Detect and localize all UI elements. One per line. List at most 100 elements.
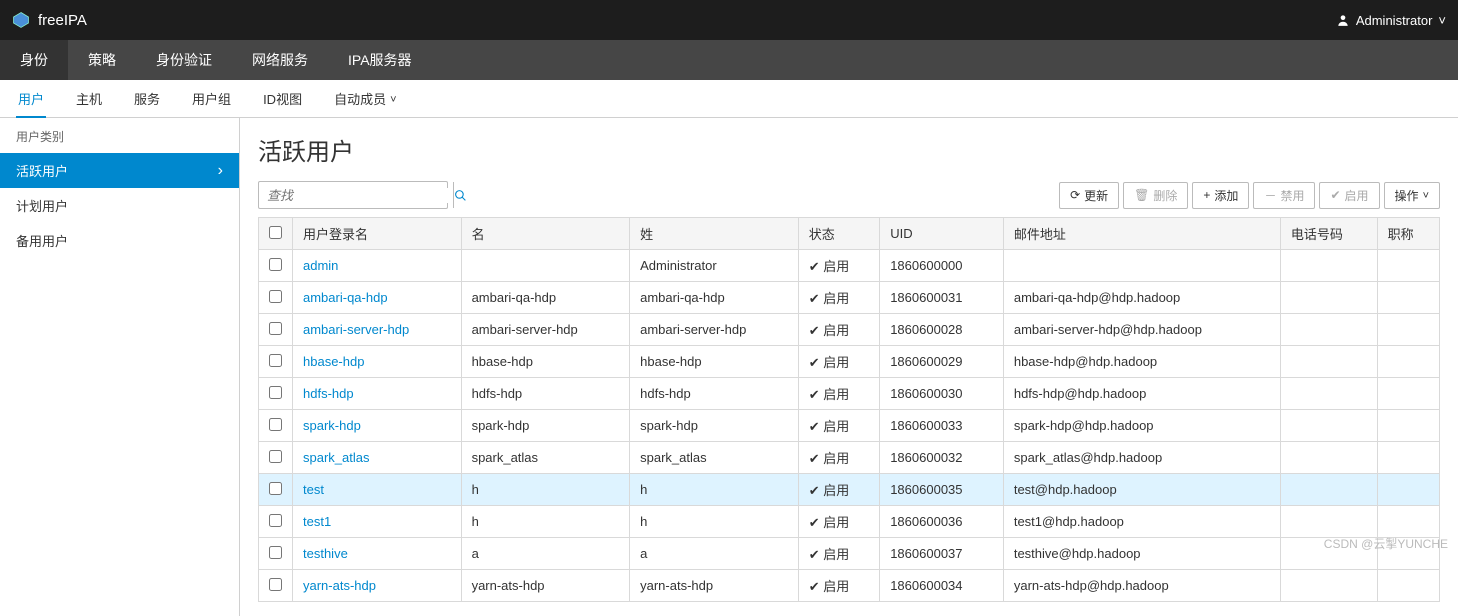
sidebar-item-0[interactable]: 活跃用户 bbox=[0, 153, 239, 188]
sidebar-item-1[interactable]: 计划用户 bbox=[0, 188, 239, 223]
cell-login[interactable]: spark_atlas bbox=[293, 442, 462, 474]
subnav-item-4[interactable]: ID视图 bbox=[261, 80, 304, 117]
col-header-4[interactable]: UID bbox=[880, 218, 1004, 250]
cell-email: ambari-qa-hdp@hdp.hadoop bbox=[1003, 282, 1280, 314]
cell-first: ambari-server-hdp bbox=[461, 314, 630, 346]
row-checkbox[interactable] bbox=[269, 514, 282, 527]
cell-title bbox=[1377, 442, 1439, 474]
plus-icon: + bbox=[1203, 188, 1210, 202]
cell-login[interactable]: yarn-ats-hdp bbox=[293, 570, 462, 602]
cell-login[interactable]: testhive bbox=[293, 538, 462, 570]
nav-item-0[interactable]: 身份 bbox=[0, 40, 68, 80]
cell-first: ambari-qa-hdp bbox=[461, 282, 630, 314]
cell-first: spark-hdp bbox=[461, 410, 630, 442]
cell-phone bbox=[1280, 506, 1377, 538]
subnav-item-5[interactable]: 自动成员 bbox=[332, 80, 398, 117]
cell-first bbox=[461, 250, 630, 282]
cell-login[interactable]: test1 bbox=[293, 506, 462, 538]
cell-first: yarn-ats-hdp bbox=[461, 570, 630, 602]
user-icon bbox=[1336, 13, 1350, 27]
row-checkbox[interactable] bbox=[269, 258, 282, 271]
row-checkbox[interactable] bbox=[269, 386, 282, 399]
refresh-button[interactable]: ⟳更新 bbox=[1059, 182, 1119, 209]
row-checkbox[interactable] bbox=[269, 418, 282, 431]
cell-last: ambari-server-hdp bbox=[630, 314, 799, 346]
table-row: yarn-ats-hdpyarn-ats-hdpyarn-ats-hdp✔ 启用… bbox=[259, 570, 1440, 602]
table-row: test1hh✔ 启用1860600036test1@hdp.hadoop bbox=[259, 506, 1440, 538]
users-table: 用户登录名名姓状态UID邮件地址电话号码职称 adminAdministrato… bbox=[258, 217, 1440, 602]
cell-login[interactable]: ambari-server-hdp bbox=[293, 314, 462, 346]
cell-login[interactable]: hbase-hdp bbox=[293, 346, 462, 378]
table-row: testhh✔ 启用1860600035test@hdp.hadoop bbox=[259, 474, 1440, 506]
nav-item-2[interactable]: 身份验证 bbox=[136, 40, 232, 80]
cell-phone bbox=[1280, 250, 1377, 282]
toolbar: ⟳更新 🗑删除 +添加 －禁用 ✔启用 操作 bbox=[258, 181, 1440, 209]
cell-status: ✔ 启用 bbox=[798, 410, 880, 442]
col-header-1[interactable]: 名 bbox=[461, 218, 630, 250]
sidebar-item-2[interactable]: 备用用户 bbox=[0, 223, 239, 258]
table-row: spark_atlasspark_atlasspark_atlas✔ 启用186… bbox=[259, 442, 1440, 474]
cell-login[interactable]: ambari-qa-hdp bbox=[293, 282, 462, 314]
row-checkbox[interactable] bbox=[269, 290, 282, 303]
select-all-checkbox[interactable] bbox=[269, 226, 282, 239]
row-checkbox[interactable] bbox=[269, 482, 282, 495]
topbar: freeIPA Administrator ˅ bbox=[0, 0, 1458, 40]
trash-icon: 🗑 bbox=[1134, 188, 1149, 202]
chevron-right-icon bbox=[218, 162, 223, 180]
cell-last: yarn-ats-hdp bbox=[630, 570, 799, 602]
user-menu[interactable]: Administrator ˅ bbox=[1336, 13, 1446, 28]
cell-title bbox=[1377, 410, 1439, 442]
add-button[interactable]: +添加 bbox=[1192, 182, 1249, 209]
cell-login[interactable]: test bbox=[293, 474, 462, 506]
cell-last: hdfs-hdp bbox=[630, 378, 799, 410]
chevron-down-icon: ˅ bbox=[1438, 13, 1446, 28]
cell-status: ✔ 启用 bbox=[798, 314, 880, 346]
cell-login[interactable]: admin bbox=[293, 250, 462, 282]
cell-login[interactable]: spark-hdp bbox=[293, 410, 462, 442]
subnav-item-2[interactable]: 服务 bbox=[132, 80, 162, 117]
cell-login[interactable]: hdfs-hdp bbox=[293, 378, 462, 410]
nav-item-3[interactable]: 网络服务 bbox=[232, 40, 328, 80]
cell-title bbox=[1377, 506, 1439, 538]
cell-phone bbox=[1280, 378, 1377, 410]
cell-email: hbase-hdp@hdp.hadoop bbox=[1003, 346, 1280, 378]
table-row: hbase-hdphbase-hdphbase-hdp✔ 启用186060002… bbox=[259, 346, 1440, 378]
col-header-6[interactable]: 电话号码 bbox=[1280, 218, 1377, 250]
row-checkbox[interactable] bbox=[269, 450, 282, 463]
row-checkbox[interactable] bbox=[269, 354, 282, 367]
cell-status: ✔ 启用 bbox=[798, 506, 880, 538]
search-input[interactable] bbox=[259, 188, 453, 203]
cell-uid: 1860600035 bbox=[880, 474, 1004, 506]
col-header-3[interactable]: 状态 bbox=[798, 218, 880, 250]
search-icon bbox=[454, 189, 467, 202]
sidebar: 用户类别 活跃用户计划用户备用用户 bbox=[0, 118, 240, 616]
subnav-item-1[interactable]: 主机 bbox=[74, 80, 104, 117]
check-icon: ✔ bbox=[1330, 188, 1340, 202]
col-header-0[interactable]: 用户登录名 bbox=[293, 218, 462, 250]
row-checkbox[interactable] bbox=[269, 322, 282, 335]
cell-status: ✔ 启用 bbox=[798, 538, 880, 570]
cell-status: ✔ 启用 bbox=[798, 378, 880, 410]
col-header-7[interactable]: 职称 bbox=[1377, 218, 1439, 250]
subnav-item-0[interactable]: 用户 bbox=[16, 81, 46, 118]
cell-uid: 1860600000 bbox=[880, 250, 1004, 282]
col-header-2[interactable]: 姓 bbox=[630, 218, 799, 250]
brand: freeIPA bbox=[12, 11, 87, 29]
row-checkbox[interactable] bbox=[269, 578, 282, 591]
delete-button[interactable]: 🗑删除 bbox=[1123, 182, 1188, 209]
cell-first: hbase-hdp bbox=[461, 346, 630, 378]
col-header-5[interactable]: 邮件地址 bbox=[1003, 218, 1280, 250]
operations-button[interactable]: 操作 bbox=[1384, 182, 1440, 209]
disable-button[interactable]: －禁用 bbox=[1253, 182, 1315, 209]
cell-phone bbox=[1280, 570, 1377, 602]
nav-item-4[interactable]: IPA服务器 bbox=[328, 40, 432, 80]
nav-item-1[interactable]: 策略 bbox=[68, 40, 136, 80]
enable-button[interactable]: ✔启用 bbox=[1319, 182, 1379, 209]
search-button[interactable] bbox=[453, 182, 467, 208]
cell-phone bbox=[1280, 346, 1377, 378]
action-buttons: ⟳更新 🗑删除 +添加 －禁用 ✔启用 操作 bbox=[1059, 182, 1440, 209]
cell-status: ✔ 启用 bbox=[798, 570, 880, 602]
cell-uid: 1860600037 bbox=[880, 538, 1004, 570]
subnav-item-3[interactable]: 用户组 bbox=[190, 80, 233, 117]
row-checkbox[interactable] bbox=[269, 546, 282, 559]
